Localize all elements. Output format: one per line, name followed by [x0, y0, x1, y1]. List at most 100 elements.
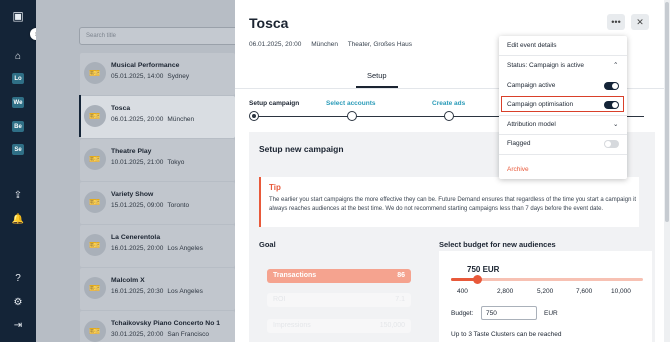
budget-input[interactable]: 750: [481, 306, 537, 320]
goal-value: 150,000: [379, 322, 405, 329]
scrollbar[interactable]: [664, 0, 670, 342]
ticket-icon: 🎫: [84, 277, 106, 299]
goal-label: Transactions: [273, 272, 317, 279]
slider-tick: 400: [457, 288, 468, 295]
ticket-icon: 🎫: [84, 105, 106, 127]
event-meta: 06.01.2025, 20:00 München: [111, 116, 198, 123]
step-dot-active[interactable]: [249, 111, 259, 121]
event-meta: 16.01.2025, 20:00 Los Angeles: [111, 245, 207, 252]
ticket-icon: 🎫: [84, 320, 106, 342]
step-dot[interactable]: [347, 111, 357, 121]
event-detail-venue: Theater, Großes Haus: [347, 41, 412, 48]
close-button[interactable]: ✕: [631, 14, 649, 30]
goal-value: 86: [397, 272, 405, 279]
highlight-box: [501, 96, 624, 112]
event-date: 06.01.2025, 20:00: [111, 116, 164, 123]
chevron-down-icon[interactable]: ⌄: [613, 120, 618, 128]
event-city: San Francisco: [167, 331, 209, 338]
slider-tick: 7,600: [576, 288, 593, 295]
event-date: 16.01.2025, 20:30: [111, 288, 164, 295]
home-icon[interactable]: ⌂: [11, 49, 25, 63]
search-input[interactable]: Search title: [79, 27, 239, 45]
event-detail-date: 06.01.2025, 20:00: [249, 41, 302, 48]
page-title: Tosca: [249, 15, 289, 31]
step-setup-campaign[interactable]: Setup campaign: [249, 100, 299, 107]
budget-box: 750 EUR 400 2,800 5,200 7,600 10,000 Bud…: [439, 251, 652, 342]
event-list-item[interactable]: 🎫 Musical Performance 05.01.2025, 14:00 S…: [80, 53, 235, 95]
budget-currency: EUR: [544, 310, 558, 317]
tip-box: Tip The earlier you start campaigns the …: [259, 177, 639, 227]
nav-item-we[interactable]: We: [12, 97, 24, 108]
slider-tick: 2,800: [497, 288, 514, 295]
event-title: Theatre Play: [111, 148, 152, 155]
budget-slider-handle[interactable]: [473, 275, 482, 284]
goal-heading: Goal: [259, 240, 276, 249]
nav-item-be[interactable]: Be: [12, 121, 24, 132]
left-navigation: ▣ ⌂ Lo We Be Se ⇪ 🔔 ? ⚙ ⇥: [0, 0, 36, 342]
event-list-item[interactable]: 🎫 Theatre Play 10.01.2025, 21:00 Tokyo: [80, 139, 235, 181]
slider-value: 750 EUR: [467, 265, 500, 274]
event-list-item[interactable]: 🎫 La Cenerentola 16.01.2025, 20:00 Los An…: [80, 225, 235, 267]
campaign-active-toggle[interactable]: [604, 82, 619, 90]
event-list-item-selected[interactable]: 🎫 Tosca 06.01.2025, 20:00 München: [80, 96, 235, 138]
ticket-icon: 🎫: [84, 62, 106, 84]
menu-divider: [499, 134, 627, 135]
upload-icon[interactable]: ⇪: [11, 188, 25, 202]
tip-title: Tip: [269, 183, 281, 192]
tab-setup[interactable]: Setup: [367, 71, 387, 80]
slider-tick: 5,200: [537, 288, 554, 295]
event-meta: 10.01.2025, 21:00 Tokyo: [111, 159, 188, 166]
selection-indicator: [79, 95, 81, 137]
goal-option-impressions[interactable]: Impressions 150,000: [267, 319, 411, 333]
bell-icon[interactable]: 🔔: [11, 212, 25, 226]
menu-item-attribution-model[interactable]: Attribution model: [507, 121, 556, 128]
event-city: Tokyo: [167, 159, 185, 166]
event-title: Tchaikovsky Piano Concerto No 1: [111, 320, 221, 327]
menu-divider: [499, 154, 627, 155]
event-date: 10.01.2025, 21:00: [111, 159, 164, 166]
step-dot[interactable]: [444, 111, 454, 121]
app-logo-icon[interactable]: ▣: [11, 9, 25, 23]
event-list-item[interactable]: 🎫 Malcolm X 16.01.2025, 20:30 Los Angeles: [80, 268, 235, 310]
event-city: Toronto: [167, 202, 190, 209]
event-list-item[interactable]: 🎫 Tchaikovsky Piano Concerto No 1 30.01.…: [80, 311, 235, 342]
event-meta: 30.01.2025, 20:00 San Francisco: [111, 331, 213, 338]
chevron-up-icon[interactable]: ⌃: [613, 61, 618, 69]
menu-item-archive[interactable]: Archive: [507, 166, 529, 173]
more-icon: •••: [611, 17, 621, 27]
more-options-button[interactable]: •••: [607, 14, 625, 30]
gear-icon[interactable]: ⚙: [11, 295, 25, 309]
scrollbar-thumb[interactable]: [665, 2, 669, 222]
logout-icon[interactable]: ⇥: [11, 318, 25, 332]
event-city: München: [167, 116, 195, 123]
menu-item-edit-event[interactable]: Edit event details: [507, 42, 557, 49]
menu-item-status[interactable]: Status: Campaign is active: [507, 62, 584, 69]
budget-note: Up to 3 Taste Clusters can be reached: [451, 331, 562, 338]
event-title: Musical Performance: [111, 62, 180, 69]
goal-option-transactions[interactable]: Transactions 86: [267, 269, 411, 283]
ticket-icon: 🎫: [84, 148, 106, 170]
event-meta: 05.01.2025, 14:00 Sydney: [111, 73, 193, 80]
tip-text: The earlier you start campaigns the more…: [269, 197, 637, 212]
event-city: Los Angeles: [167, 245, 203, 252]
goal-value: 7.1: [395, 296, 405, 303]
goal-label: Impressions: [273, 322, 311, 329]
event-list-item[interactable]: 🎫 Variety Show 15.01.2025, 09:00 Toronto: [80, 182, 235, 224]
goal-option-roi[interactable]: ROI 7.1: [267, 293, 411, 307]
menu-item-campaign-active: Campaign active: [507, 82, 556, 89]
event-title: Tosca: [111, 105, 131, 112]
help-icon[interactable]: ?: [11, 271, 25, 285]
step-create-ads[interactable]: Create ads: [432, 100, 465, 107]
step-select-accounts[interactable]: Select accounts: [326, 100, 376, 107]
nav-item-se[interactable]: Se: [12, 144, 24, 155]
event-date: 30.01.2025, 20:00: [111, 331, 164, 338]
nav-item-lo[interactable]: Lo: [12, 73, 24, 84]
event-meta: 16.01.2025, 20:30 Los Angeles: [111, 288, 207, 295]
budget-heading: Select budget for new audiences: [439, 240, 556, 249]
event-date: 15.01.2025, 09:00: [111, 202, 164, 209]
event-city: Los Angeles: [167, 288, 203, 295]
event-city: Sydney: [167, 73, 190, 80]
event-date: 05.01.2025, 14:00: [111, 73, 164, 80]
flagged-toggle[interactable]: [604, 140, 619, 148]
event-detail-city: München: [311, 41, 338, 48]
